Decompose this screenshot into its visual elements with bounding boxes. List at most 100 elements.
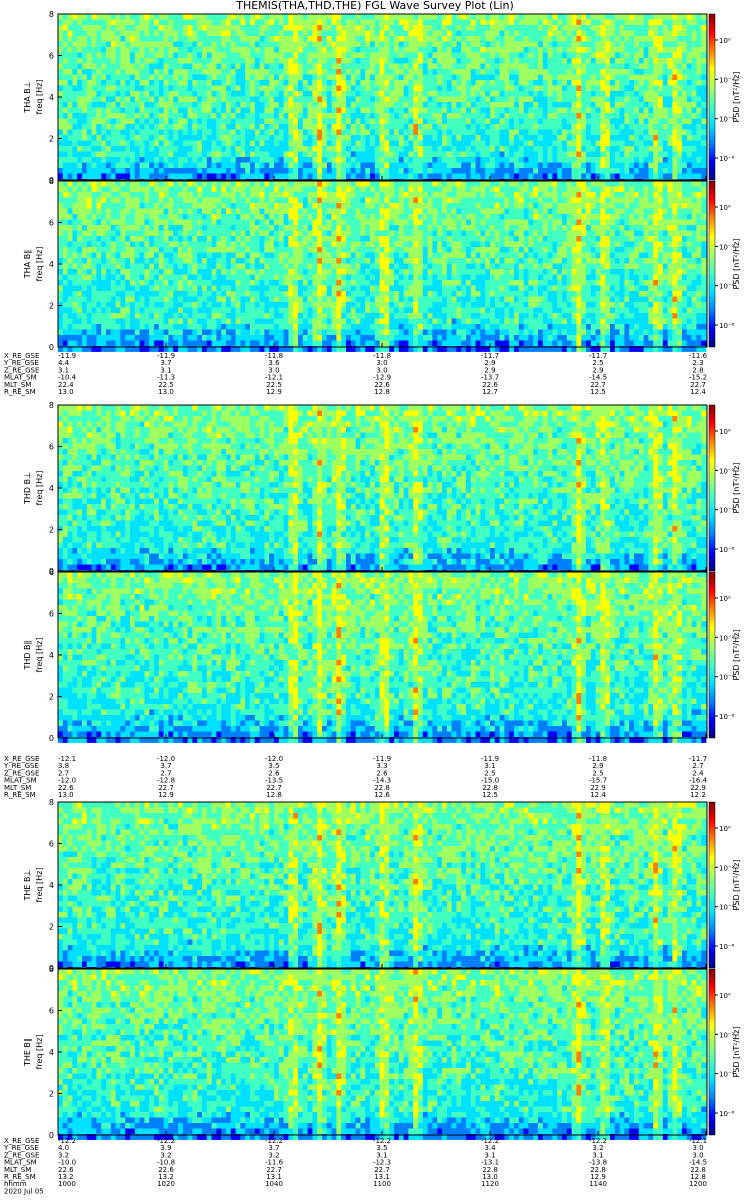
spectrogram-cell	[140, 80, 145, 86]
spectrogram-cell	[221, 119, 226, 125]
spectrogram-cell	[471, 146, 476, 152]
spectrogram-cell	[500, 47, 505, 53]
spectrogram-cell	[216, 25, 221, 31]
spectrogram-cell	[154, 146, 159, 152]
spectrogram-cell	[221, 146, 226, 152]
spectrogram-cell	[538, 113, 543, 119]
spectrogram-cell	[77, 181, 82, 187]
spectrogram-cell	[130, 31, 135, 37]
spectrogram-cell	[687, 42, 692, 48]
spectrogram-cell	[648, 64, 653, 70]
spectrogram-cell	[332, 141, 337, 147]
spectrogram-cell	[231, 174, 236, 180]
spectrogram-cell	[380, 91, 385, 97]
spectrogram-cell	[298, 42, 303, 48]
spectrogram-cell	[682, 174, 687, 180]
spectrogram-cell	[192, 163, 197, 169]
spectrogram-cell	[58, 146, 63, 152]
spectrogram-cell	[317, 174, 322, 180]
spectrogram-cell	[572, 108, 577, 114]
spectrogram-cell	[572, 91, 577, 97]
spectrogram-cell	[658, 198, 663, 204]
spectrogram-cell	[317, 141, 322, 147]
spectrogram-cell	[149, 152, 154, 158]
spectrogram-cell	[77, 102, 82, 108]
spectrogram-cell	[260, 64, 265, 70]
spectrogram-cell	[389, 192, 394, 198]
spectrogram-cell	[360, 163, 365, 169]
spectrogram-cell	[567, 168, 572, 174]
spectrogram-cell	[293, 209, 298, 215]
spectrogram-cell	[504, 146, 509, 152]
spectrogram-cell	[437, 91, 442, 97]
spectrogram-cell	[663, 25, 668, 31]
spectrogram-cell	[111, 209, 116, 215]
spectrogram-cell	[68, 36, 73, 42]
spectrogram-cell	[658, 86, 663, 92]
spectrogram-cell	[672, 168, 677, 174]
spectrogram-cell	[140, 113, 145, 119]
spectrogram-cell	[159, 130, 164, 136]
spectrogram-cell	[197, 91, 202, 97]
spectrogram-cell	[480, 130, 485, 136]
spectrogram-cell	[288, 53, 293, 59]
spectrogram-cell	[567, 53, 572, 59]
spectrogram-cell	[384, 36, 389, 42]
spectrogram-cell	[236, 146, 241, 152]
spectrogram-cell	[394, 80, 399, 86]
spectrogram-cell	[672, 25, 677, 31]
spectrogram-cell	[543, 181, 548, 187]
spectrogram-cell	[159, 203, 164, 209]
spectrogram-cell	[567, 124, 572, 130]
spectrogram-cell	[351, 36, 356, 42]
spectrogram-cell	[428, 58, 433, 64]
spectrogram-cell	[298, 102, 303, 108]
spectrogram-cell	[298, 192, 303, 198]
spectrogram-cell	[168, 69, 173, 75]
spectrogram-cell	[552, 80, 557, 86]
spectrogram-cell	[106, 36, 111, 42]
spectrogram-cell	[519, 86, 524, 92]
spectrogram-cell	[312, 80, 317, 86]
spectrogram-cell	[442, 64, 447, 70]
spectrogram-cell	[610, 141, 615, 147]
spectrogram-cell	[624, 141, 629, 147]
spectrogram-cell	[106, 157, 111, 163]
spectrogram-cell	[317, 31, 322, 37]
spectrogram-cell	[288, 20, 293, 26]
spectrogram-cell	[77, 187, 82, 193]
spectrogram-cell	[72, 209, 77, 215]
spectrogram-cell	[428, 187, 433, 193]
spectrogram-cell	[96, 102, 101, 108]
spectrogram-cell	[672, 53, 677, 59]
spectrogram-cell	[255, 209, 260, 215]
spectrogram-cell	[236, 102, 241, 108]
spectrogram-cell	[106, 102, 111, 108]
spectrogram-cell	[192, 102, 197, 108]
spectrogram-cell	[216, 209, 221, 215]
spectrogram-cell	[404, 119, 409, 125]
spectrogram-cell	[236, 47, 241, 53]
spectrogram-cell	[696, 102, 701, 108]
spectrogram-cell	[356, 14, 361, 20]
spectrogram-cell	[658, 168, 663, 174]
spectrogram-cell	[82, 163, 87, 169]
spectrogram-cell	[668, 80, 673, 86]
spectrogram-cell	[140, 53, 145, 59]
spectrogram-cell	[658, 25, 663, 31]
spectrogram-cell	[77, 97, 82, 103]
spectrogram-cell	[255, 124, 260, 130]
spectrogram-cell	[480, 203, 485, 209]
spectrogram-cell	[692, 53, 697, 59]
spectrogram-cell	[274, 113, 279, 119]
spectrogram-cell	[77, 14, 82, 20]
spectrogram-cell	[236, 163, 241, 169]
spectrogram-cell	[423, 102, 428, 108]
spectrogram-cell	[677, 47, 682, 53]
spectrogram-cell	[264, 14, 269, 20]
spectrogram-cell	[596, 141, 601, 147]
spectrogram-cell	[389, 174, 394, 180]
spectrogram-cell	[384, 47, 389, 53]
spectrogram-cell	[72, 192, 77, 198]
spectrogram-cell	[576, 187, 581, 193]
